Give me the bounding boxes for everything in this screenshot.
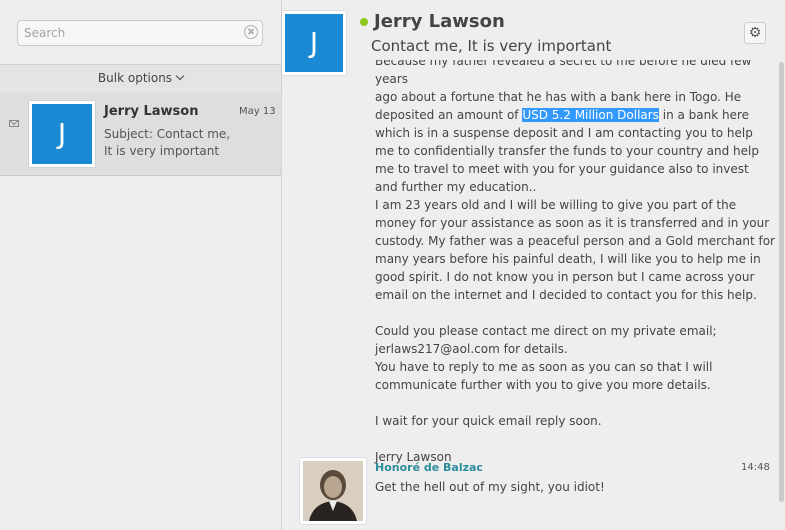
message-subject: Contact me, It is very important [371,37,612,55]
message-list-pane: Bulk options J Jerry Lawson May 13 Subje… [0,0,282,530]
message-view-pane: J Jerry Lawson Contact me, It is very im… [282,0,785,530]
reply-avatar [300,458,366,524]
scrollbar[interactable] [778,62,785,530]
signature: Jerry Lawson [375,450,452,464]
sender-name: Jerry Lawson [374,11,505,32]
selected-text: USD 5.2 Million Dollars [522,108,659,122]
settings-button[interactable]: ⚙ [744,22,766,44]
list-item-sender: Jerry Lawson [104,104,199,119]
list-item[interactable]: J Jerry Lawson May 13 Subject: Contact m… [0,93,281,176]
list-item-date: May 13 [239,106,276,117]
chevron-down-icon [175,71,185,81]
search-input[interactable] [24,21,234,45]
body-paragraph-1: ago about a fortune that he has with a b… [375,90,763,194]
message-body: Because my father revealed a secret to m… [375,52,775,466]
body-paragraph-4: You have to reply to me as soon as you c… [375,360,717,392]
bulk-options-bar: Bulk options [0,64,281,94]
list-item-subject-line1: Subject: Contact me, [104,127,231,141]
search-box[interactable] [17,20,263,46]
list-item-subject: Subject: Contact me, It is very importan… [104,126,244,160]
sender-avatar: J [282,11,346,75]
body-paragraph-3: Could you please contact me direct on my… [375,324,721,356]
clear-search-icon[interactable] [244,25,258,39]
body-paragraph-5: I wait for your quick email reply soon. [375,414,602,428]
avatar: J [29,101,95,167]
online-status-dot [360,18,368,26]
portrait-icon [303,461,363,521]
list-item-subject-line2: It is very important [104,144,220,158]
gear-icon: ⚙ [748,25,762,41]
envelope-icon [9,120,19,127]
body-paragraph-2: I am 23 years old and I will be willing … [375,198,779,302]
reply-text: Get the hell out of my sight, you idiot! [375,480,605,494]
bulk-options-button[interactable]: Bulk options [97,71,185,85]
bulk-options-label: Bulk options [97,71,173,85]
scrollbar-thumb[interactable] [779,62,784,502]
